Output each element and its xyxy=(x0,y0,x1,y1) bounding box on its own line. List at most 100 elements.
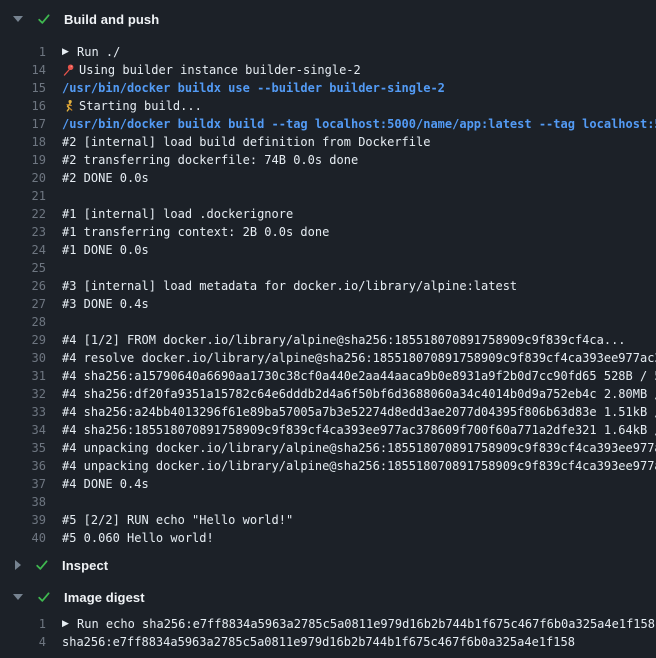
line-number[interactable]: 32 xyxy=(0,385,46,403)
line-text: #1 DONE 0.0s xyxy=(62,241,149,259)
line-number[interactable]: 37 xyxy=(0,475,46,493)
line-text: sha256:e7ff8834a5963a2785c5a0811e979d16b… xyxy=(62,633,575,651)
line-text: #4 sha256:a24bb4013296f61e89ba57005a7b3e… xyxy=(62,403,656,421)
line-content: #4 sha256:185518070891758909c9f839cf4ca3… xyxy=(62,421,656,439)
log-line: 39#5 [2/2] RUN echo "Hello world!" xyxy=(0,511,656,529)
log-lines: 1 ▶Run echo sha256:e7ff8834a5963a2785c5a0… xyxy=(0,607,656,651)
line-number[interactable]: 21 xyxy=(0,187,46,205)
line-content[interactable]: ▶Run echo sha256:e7ff8834a5963a2785c5a08… xyxy=(62,615,656,633)
line-content: #3 DONE 0.4s xyxy=(62,295,656,313)
chevron-right-icon[interactable] xyxy=(15,560,21,570)
log-section-inspect: Inspect xyxy=(0,555,656,575)
section-title: Inspect xyxy=(62,558,108,573)
line-content[interactable]: ▶Run ./ xyxy=(62,43,656,61)
line-number[interactable]: 35 xyxy=(0,439,46,457)
check-icon xyxy=(37,590,51,604)
line-number[interactable]: 30 xyxy=(0,349,46,367)
line-number[interactable]: 33 xyxy=(0,403,46,421)
line-text: #3 [internal] load metadata for docker.i… xyxy=(62,277,517,295)
line-text: #1 [internal] load .dockerignore xyxy=(62,205,293,223)
log-line: 35#4 unpacking docker.io/library/alpine@… xyxy=(0,439,656,457)
line-content xyxy=(62,313,656,331)
line-content: #2 transferring dockerfile: 74B 0.0s don… xyxy=(62,151,656,169)
section-header-build-and-push[interactable]: Build and push xyxy=(0,9,656,29)
check-icon xyxy=(35,558,49,572)
log-line: 14 Using builder instance builder-single-… xyxy=(0,61,656,79)
log-line: 16Starting build... xyxy=(0,97,656,115)
line-number[interactable]: 1 xyxy=(0,615,46,633)
line-text: #4 resolve docker.io/library/alpine@sha2… xyxy=(62,349,656,367)
expand-triangle-icon[interactable]: ▶ xyxy=(62,43,77,61)
section-header-inspect[interactable]: Inspect xyxy=(0,555,656,575)
line-content: #5 0.060 Hello world! xyxy=(62,529,656,547)
line-number[interactable]: 25 xyxy=(0,259,46,277)
log-line: 22 #1 [internal] load .dockerignore xyxy=(0,205,656,223)
line-number[interactable]: 1 xyxy=(0,43,46,61)
line-number[interactable]: 24 xyxy=(0,241,46,259)
line-content: #3 [internal] load metadata for docker.i… xyxy=(62,277,656,295)
line-content xyxy=(62,493,656,511)
line-number[interactable]: 40 xyxy=(0,529,46,547)
log-line: 29 #4 [1/2] FROM docker.io/library/alpine… xyxy=(0,331,656,349)
line-number[interactable]: 29 xyxy=(0,331,46,349)
log-line: 31 #4 sha256:a15790640a6690aa1730c38cf0a4… xyxy=(0,367,656,385)
line-content: #1 DONE 0.0s xyxy=(62,241,656,259)
log-line: 1 ▶Run echo sha256:e7ff8834a5963a2785c5a0… xyxy=(0,615,656,633)
workflow-log: Build and push1▶Run ./14Using builder in… xyxy=(0,0,656,651)
line-text: #4 sha256:185518070891758909c9f839cf4ca3… xyxy=(62,421,656,439)
line-content: #4 [1/2] FROM docker.io/library/alpine@s… xyxy=(62,331,656,349)
line-number[interactable]: 36 xyxy=(0,457,46,475)
section-title: Image digest xyxy=(64,590,145,605)
line-text: #2 DONE 0.0s xyxy=(62,169,149,187)
log-line: 28 xyxy=(0,313,656,331)
log-line: 30 #4 resolve docker.io/library/alpine@sh… xyxy=(0,349,656,367)
log-line: 40 #5 0.060 Hello world! xyxy=(0,529,656,547)
line-number[interactable]: 34 xyxy=(0,421,46,439)
section-header-image-digest[interactable]: Image digest xyxy=(0,587,656,607)
line-number[interactable]: 39 xyxy=(0,511,46,529)
line-number[interactable]: 18 xyxy=(0,133,46,151)
line-number[interactable]: 31 xyxy=(0,367,46,385)
line-number[interactable]: 38 xyxy=(0,493,46,511)
line-number[interactable]: 19 xyxy=(0,151,46,169)
log-line: 37 #4 DONE 0.4s xyxy=(0,475,656,493)
chevron-down-icon[interactable] xyxy=(13,16,23,22)
line-text: #1 transferring context: 2B 0.0s done xyxy=(62,223,329,241)
line-number[interactable]: 26 xyxy=(0,277,46,295)
log-line: 27 #3 DONE 0.4s xyxy=(0,295,656,313)
line-number[interactable]: 28 xyxy=(0,313,46,331)
line-number[interactable]: 15 xyxy=(0,79,46,97)
line-content: #4 DONE 0.4s xyxy=(62,475,656,493)
line-number[interactable]: 14 xyxy=(0,61,46,79)
log-line: 19 #2 transferring dockerfile: 74B 0.0s d… xyxy=(0,151,656,169)
line-content xyxy=(62,187,656,205)
line-text: #2 [internal] load build definition from… xyxy=(62,133,430,151)
line-content: #4 sha256:df20fa9351a15782c64e6dddb2d4a6… xyxy=(62,385,656,403)
log-lines: 1 ▶Run ./ 14 Using builder instance builder… xyxy=(0,29,656,555)
line-content: #1 [internal] load .dockerignore xyxy=(62,205,656,223)
log-line: 1 ▶Run ./ xyxy=(0,43,656,61)
line-content: #4 sha256:a15790640a6690aa1730c38cf0a440… xyxy=(62,367,656,385)
line-number[interactable]: 27 xyxy=(0,295,46,313)
log-line: 21 xyxy=(0,187,656,205)
log-line: 4 sha256:e7ff8834a5963a2785c5a0811e979d16… xyxy=(0,633,656,651)
line-number[interactable]: 22 xyxy=(0,205,46,223)
line-text: Using builder instance builder-single-2 xyxy=(79,61,361,79)
line-text: Run echo sha256:e7ff8834a5963a2785c5a081… xyxy=(77,615,655,633)
log-line: 32 #4 sha256:df20fa9351a15782c64e6dddb2d4… xyxy=(0,385,656,403)
line-number[interactable]: 20 xyxy=(0,169,46,187)
line-content: #4 unpacking docker.io/library/alpine@sh… xyxy=(62,457,656,475)
line-number[interactable]: 4 xyxy=(0,633,46,651)
line-content: Using builder instance builder-single-2 xyxy=(62,61,656,79)
line-content: sha256:e7ff8834a5963a2785c5a0811e979d16b… xyxy=(62,633,656,651)
log-line: 23 #1 transferring context: 2B 0.0s done xyxy=(0,223,656,241)
line-text: /usr/bin/docker buildx build --tag local… xyxy=(62,115,656,133)
log-line: 24 #1 DONE 0.0s xyxy=(0,241,656,259)
line-number[interactable]: 17 xyxy=(0,115,46,133)
expand-triangle-icon[interactable]: ▶ xyxy=(62,615,77,633)
chevron-down-icon[interactable] xyxy=(13,594,23,600)
line-content: #4 sha256:a24bb4013296f61e89ba57005a7b3e… xyxy=(62,403,656,421)
line-number[interactable]: 16 xyxy=(0,97,46,115)
log-line: 34 #4 sha256:185518070891758909c9f839cf4c… xyxy=(0,421,656,439)
line-number[interactable]: 23 xyxy=(0,223,46,241)
